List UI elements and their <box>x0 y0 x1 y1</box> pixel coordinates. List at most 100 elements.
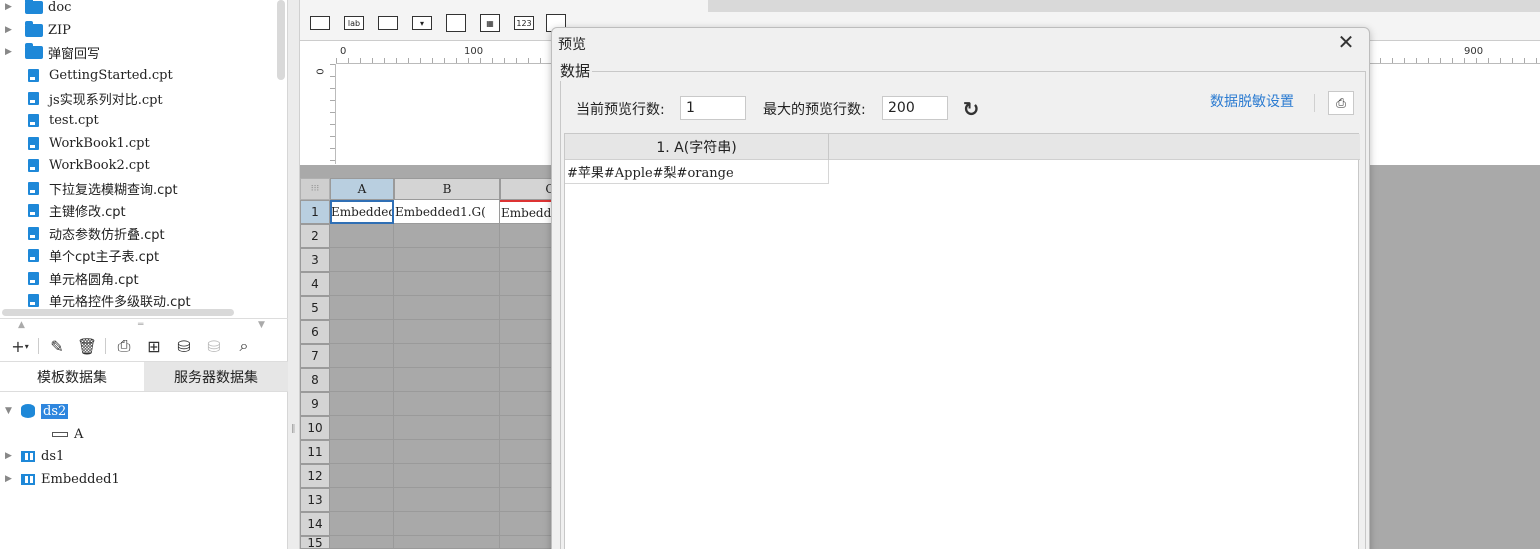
vertical-ruler: 0 <box>316 64 336 164</box>
tab-server-datasets[interactable]: 服务器数据集 <box>144 362 288 391</box>
row-header[interactable]: 14 <box>300 512 330 536</box>
max-rows-input[interactable]: 200 <box>882 96 948 120</box>
toolbar-separator <box>105 338 106 354</box>
tree-item-label: doc <box>48 0 72 15</box>
tree-file[interactable]: js实现系列对比.cpt <box>0 87 280 109</box>
folder-icon <box>25 20 43 37</box>
data-group-title: 数据 <box>558 60 593 81</box>
tree-file[interactable]: WorkBook2.cpt <box>0 154 280 176</box>
close-icon[interactable]: ✕ <box>1335 30 1357 54</box>
cpt-file-icon <box>28 91 39 105</box>
vertical-divider[interactable]: ‖ <box>288 0 300 549</box>
expand-caret-icon[interactable]: ▶ <box>5 2 15 12</box>
tree-file[interactable]: WorkBook1.cpt <box>0 132 280 154</box>
tree-file[interactable]: 主键修改.cpt <box>0 199 280 221</box>
row-header[interactable]: 1 <box>300 200 330 224</box>
tree-vertical-scrollbar[interactable] <box>277 0 285 80</box>
collapse-up-icon[interactable]: ▲ <box>18 320 25 330</box>
tree-file[interactable]: 单元格圆角.cpt <box>0 267 280 289</box>
row-header[interactable]: 15 <box>300 536 330 549</box>
tree-file[interactable]: 下拉复选模糊查询.cpt <box>0 177 280 199</box>
combobox-widget-icon[interactable]: ▾ <box>412 16 432 30</box>
dataset-item-embedded1[interactable]: ▶ Embedded1 <box>0 468 120 490</box>
cpt-file-icon <box>28 226 39 240</box>
panel-splitter[interactable]: ▲ ═ ▼ <box>0 318 288 332</box>
row-header[interactable]: 3 <box>300 248 330 272</box>
select-all-corner[interactable]: ⁝⁝⁝ <box>300 178 330 200</box>
empty-cells-col-b[interactable] <box>394 224 500 549</box>
expand-caret-icon[interactable]: ▶ <box>5 47 15 57</box>
number-widget-icon[interactable]: 123 <box>514 16 534 30</box>
tree-item-label: js实现系列对比.cpt <box>49 92 163 108</box>
add-icon[interactable]: + ▾ <box>8 334 32 358</box>
expand-caret-icon[interactable]: ▶ <box>5 451 15 461</box>
dataset-item-ds1[interactable]: ▶ ds1 <box>0 445 64 467</box>
date-widget-icon[interactable] <box>446 14 466 32</box>
row-header[interactable]: 5 <box>300 296 330 320</box>
row-header[interactable]: 9 <box>300 392 330 416</box>
tree-item-label: 动态参数仿折叠.cpt <box>49 227 165 243</box>
row-header[interactable]: 10 <box>300 416 330 440</box>
row-header[interactable]: 4 <box>300 272 330 296</box>
tree-file[interactable]: 动态参数仿折叠.cpt <box>0 222 280 244</box>
column-header-a[interactable]: A <box>330 178 394 200</box>
tree-folder-zip[interactable]: ▶ ZIP <box>0 19 280 41</box>
tree-item-label: ZIP <box>48 22 71 38</box>
calendar-widget-icon[interactable]: ▦ <box>480 14 500 32</box>
collapse-down-icon[interactable]: ▼ <box>258 320 265 330</box>
edit-sql-icon[interactable]: ⊞ <box>142 334 166 358</box>
row-header[interactable]: 12 <box>300 464 330 488</box>
tab-template-datasets[interactable]: 模板数据集 <box>0 362 144 391</box>
tree-horizontal-scrollbar[interactable] <box>2 309 234 316</box>
tree-item-label: 下拉复选模糊查询.cpt <box>49 182 178 198</box>
row-header[interactable]: 2 <box>300 224 330 248</box>
row-header[interactable]: 6 <box>300 320 330 344</box>
row-header[interactable]: 13 <box>300 488 330 512</box>
drag-handle-icon: ‖ <box>291 424 296 434</box>
expand-caret-icon[interactable]: ▶ <box>5 25 15 35</box>
row-header[interactable]: 8 <box>300 368 330 392</box>
cpt-file-icon <box>28 158 39 172</box>
collapse-caret-icon[interactable]: ▼ <box>5 406 15 416</box>
tree-folder-popup-writeback[interactable]: ▶ 弹窗回写 <box>0 41 280 63</box>
dataset-field-a[interactable]: A <box>0 423 83 445</box>
refresh-icon[interactable]: ↻ <box>959 97 983 121</box>
label-widget-icon[interactable]: lab <box>344 16 364 30</box>
table-cell[interactable]: #苹果#Apple#梨#orange <box>565 160 829 184</box>
row-header[interactable]: 11 <box>300 440 330 464</box>
table-column-header[interactable]: 1. A(字符串) <box>565 134 829 160</box>
drag-handle-icon[interactable]: ═ <box>138 320 143 330</box>
button-widget-icon[interactable] <box>310 16 330 30</box>
dataset-item-ds2[interactable]: ▼ ds2 <box>0 400 69 422</box>
cell-a1[interactable]: Embedded <box>330 200 394 224</box>
row-header[interactable]: 7 <box>300 344 330 368</box>
database-icon <box>21 404 35 418</box>
dataset-label: Embedded1 <box>41 471 120 487</box>
current-rows-input[interactable]: 1 <box>680 96 746 120</box>
database-icon[interactable]: ⛁ <box>172 334 196 358</box>
tree-item-label: WorkBook2.cpt <box>49 157 150 173</box>
preview-icon[interactable]: ⎙ <box>1328 91 1354 115</box>
textfield-widget-icon[interactable] <box>378 16 398 30</box>
ruler-label: 100 <box>464 46 484 57</box>
delete-icon[interactable]: 🗑 <box>75 334 99 358</box>
database-disabled-icon: ⛁ <box>207 336 221 356</box>
preview-icon[interactable]: ⎙ <box>112 334 136 358</box>
edit-icon[interactable]: ✎ <box>45 334 69 358</box>
tree-file[interactable]: GettingStarted.cpt <box>0 64 280 86</box>
expand-caret-icon[interactable]: ▶ <box>5 474 15 484</box>
column-header-b[interactable]: B <box>394 178 500 200</box>
dataset-label: ds2 <box>41 403 69 419</box>
cell-b1[interactable]: Embedded1.G( <box>394 200 500 224</box>
cpt-file-icon <box>28 68 39 82</box>
dialog-title: 预览 <box>558 37 586 53</box>
cpt-file-icon <box>28 293 39 307</box>
tree-item-label: test.cpt <box>49 112 99 128</box>
data-mask-settings-link[interactable]: 数据脱敏设置 <box>1210 91 1294 111</box>
empty-cells-col-a[interactable] <box>330 224 394 549</box>
tree-file[interactable]: 单元格控件多级联动.cpt <box>0 289 280 311</box>
tree-folder-doc[interactable]: ▶ doc <box>0 0 280 18</box>
search-icon[interactable]: ⌕ <box>232 334 256 358</box>
tree-file[interactable]: test.cpt <box>0 109 280 131</box>
tree-file[interactable]: 单个cpt主子表.cpt <box>0 244 280 266</box>
